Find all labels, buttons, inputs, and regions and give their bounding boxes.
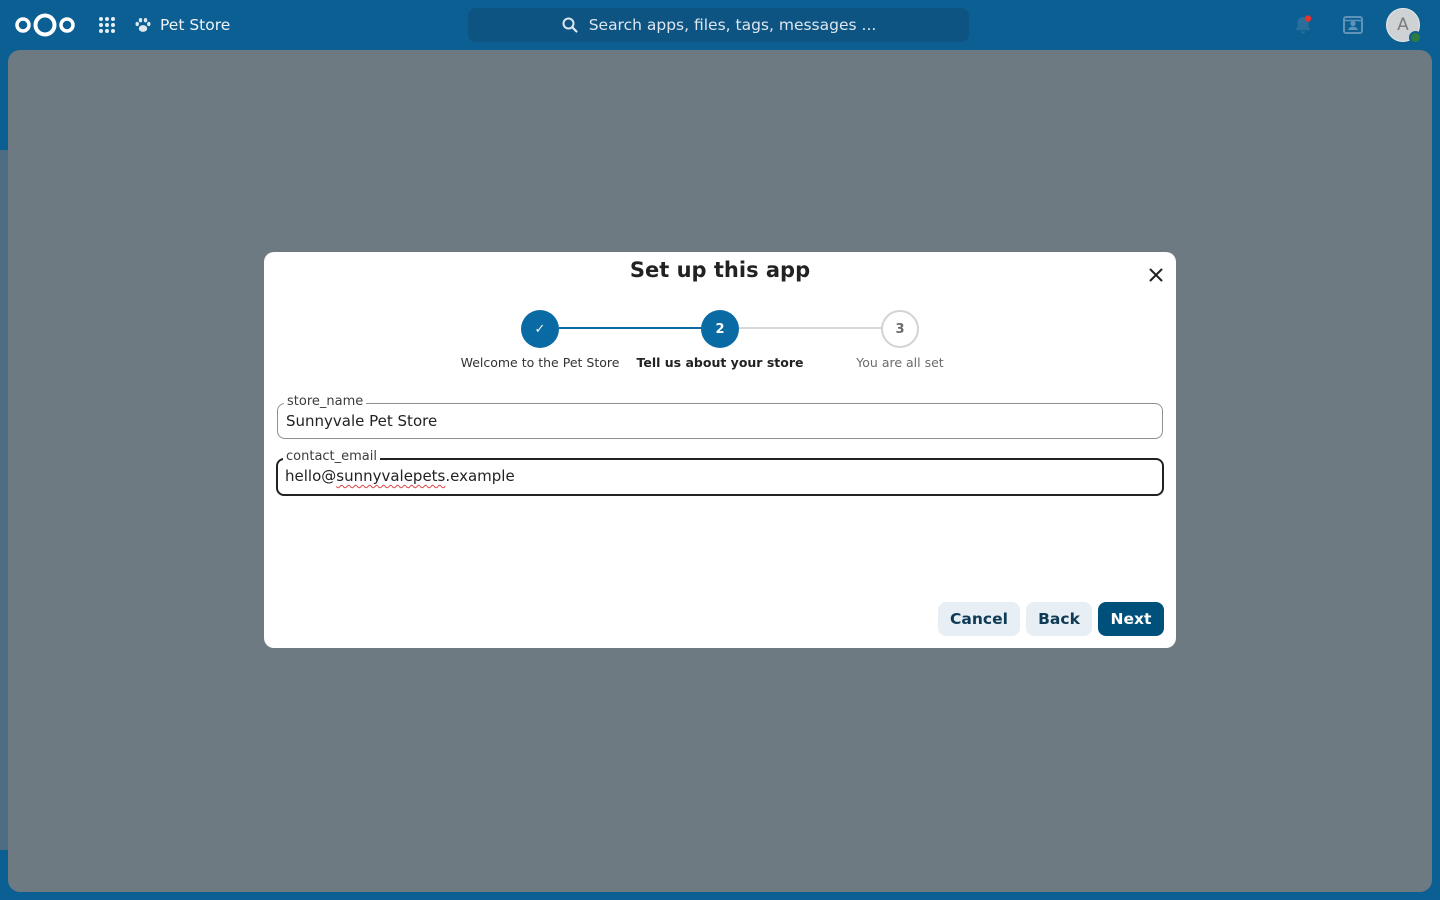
- store-name-field[interactable]: store_name Sunnyvale Pet Store: [277, 394, 1163, 439]
- dialog-title: Set up this app: [629, 258, 811, 282]
- app-name-label: Pet Store: [160, 16, 231, 34]
- top-header: Pet Store Search apps, files, tags, mess…: [0, 0, 1440, 50]
- step-connector-done: [559, 327, 702, 329]
- unified-search[interactable]: Search apps, files, tags, messages ...: [468, 8, 969, 42]
- back-button[interactable]: Back: [1026, 602, 1092, 636]
- contacts-icon[interactable]: [1341, 13, 1365, 37]
- online-status-icon: [1409, 31, 1422, 44]
- store-name-input[interactable]: Sunnyvale Pet Store: [286, 412, 1154, 430]
- step-2-label: Tell us about your store: [636, 355, 804, 370]
- avatar-initial: A: [1397, 15, 1409, 35]
- close-button[interactable]: [1141, 260, 1171, 290]
- step-3-label: You are all set: [856, 355, 944, 370]
- store-name-label: store_name: [284, 394, 367, 410]
- setup-dialog: Set up this app ✓ Welcome to the Pet Sto…: [264, 252, 1176, 648]
- notifications-icon[interactable]: [1291, 13, 1315, 37]
- paw-icon: [135, 18, 151, 32]
- cancel-button[interactable]: Cancel: [938, 602, 1020, 636]
- close-icon: [1149, 268, 1163, 282]
- email-suffix: .example: [445, 467, 515, 485]
- search-placeholder: Search apps, files, tags, messages ...: [588, 16, 877, 34]
- step-1-label: Welcome to the Pet Store: [460, 355, 620, 370]
- step-2-number: 2: [715, 321, 725, 337]
- step-2-circle: 2: [701, 310, 739, 348]
- email-misspelled-part: sunnyvalepets: [336, 467, 446, 485]
- nextcloud-logo[interactable]: [14, 12, 76, 38]
- step-connector-todo: [739, 327, 882, 329]
- apps-grid-icon[interactable]: [96, 14, 118, 36]
- search-icon: [562, 17, 578, 33]
- step-3-number: 3: [895, 321, 905, 337]
- step-3-circle: 3: [881, 310, 919, 348]
- step-1-check-icon: ✓: [534, 321, 546, 337]
- contact-email-field[interactable]: contact_email hello@sunnyvalepets.exampl…: [276, 449, 1164, 496]
- step-1-circle: ✓: [521, 310, 559, 348]
- user-avatar[interactable]: A: [1386, 8, 1422, 44]
- email-prefix: hello@: [285, 467, 337, 485]
- contact-email-label: contact_email: [283, 449, 380, 465]
- contact-email-input[interactable]: hello@sunnyvalepets.example: [285, 467, 1154, 485]
- next-button[interactable]: Next: [1098, 602, 1164, 636]
- app-menu-pet-store[interactable]: Pet Store: [134, 13, 230, 37]
